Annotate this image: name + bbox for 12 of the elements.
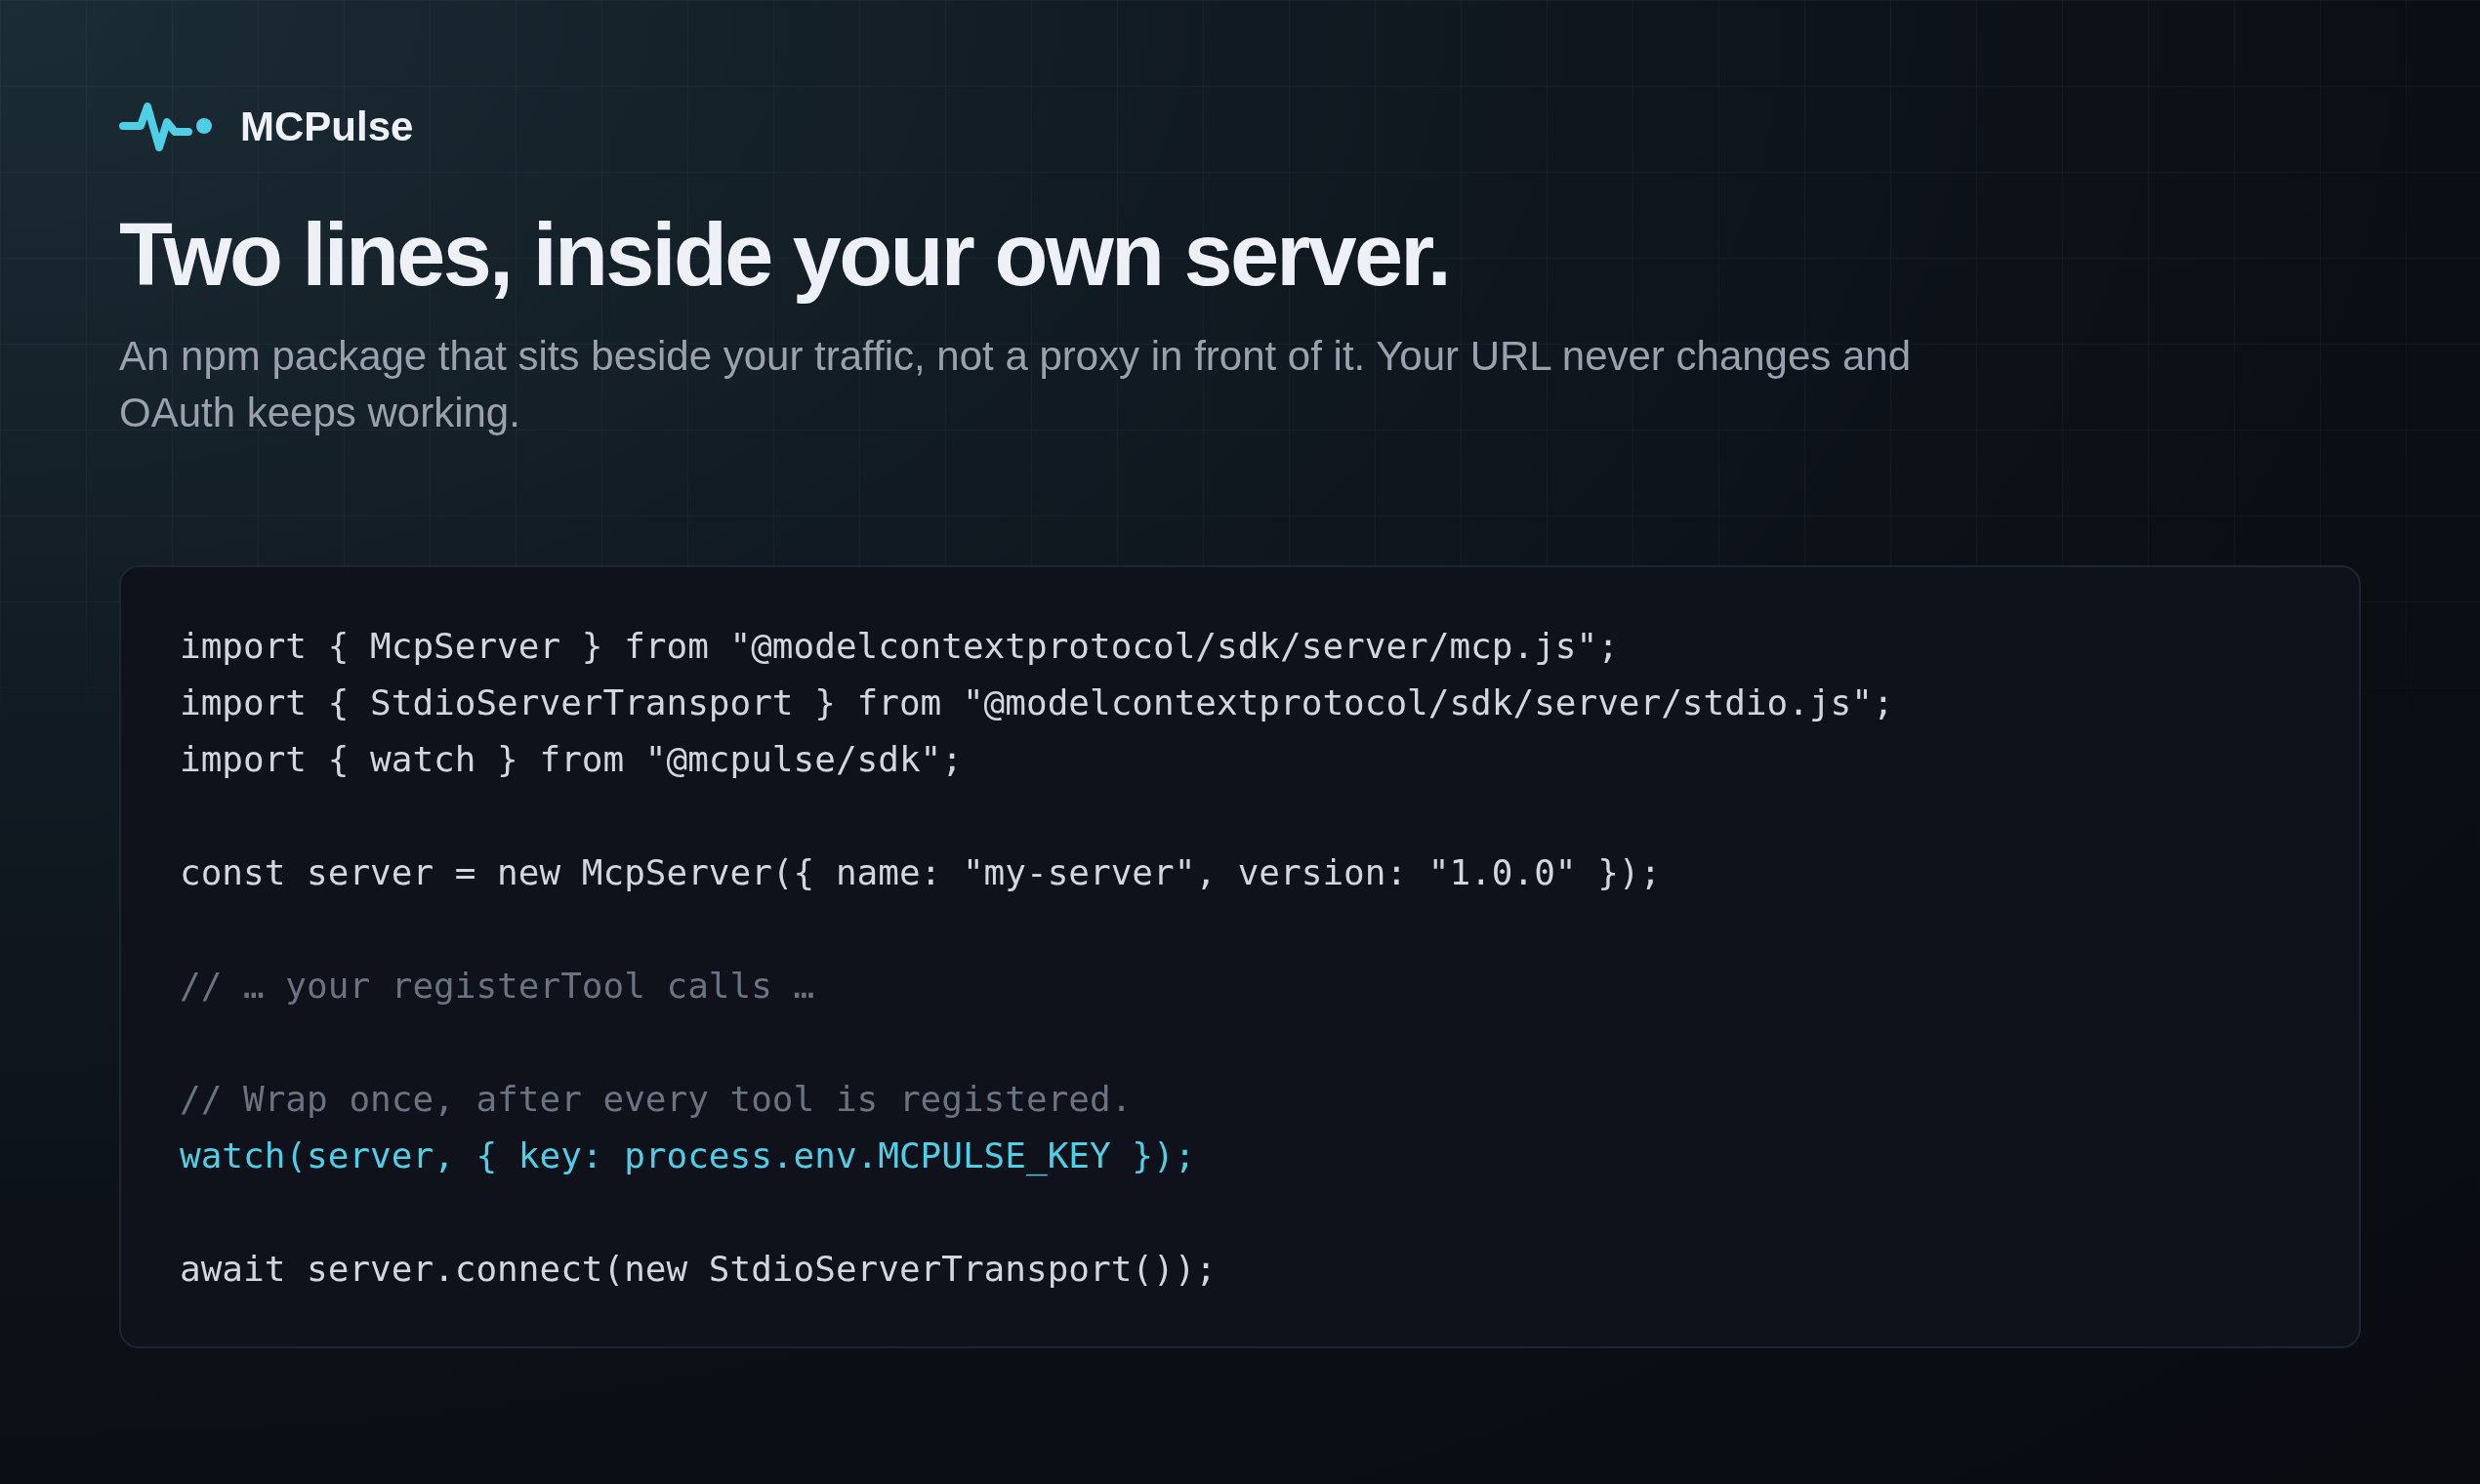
brand-name: MCPulse xyxy=(240,106,414,147)
code-line: import { watch } from "@mcpulse/sdk"; xyxy=(180,738,963,781)
code-line: const server = new McpServer({ name: "my-server", version: "1.0.0" }); xyxy=(180,851,1662,894)
subtitle: An npm package that sits beside your traffic, not a proxy in front of it. Your URL never changes and OAuth keeps working. xyxy=(119,332,1913,437)
code-comment: // Wrap once, after every tool is registered. xyxy=(180,1078,1133,1121)
code-line: import { StdioServerTransport } from "@modelcontextprotocol/sdk/server/stdio.js"; xyxy=(180,681,1894,724)
code-line: import { McpServer } from "@modelcontextprotocol/sdk/server/mcp.js"; xyxy=(180,625,1619,668)
code-comment: // … your registerTool calls … xyxy=(180,965,815,1008)
headline: Two lines, inside your own server. xyxy=(119,205,1449,306)
highlighted-code-line: watch(server, { key: process.env.MCPULSE_KEY }); xyxy=(180,1134,1196,1178)
code-line: await server.connect(new StdioServerTransport()); xyxy=(180,1248,1218,1291)
pulse-line-icon xyxy=(119,102,213,152)
